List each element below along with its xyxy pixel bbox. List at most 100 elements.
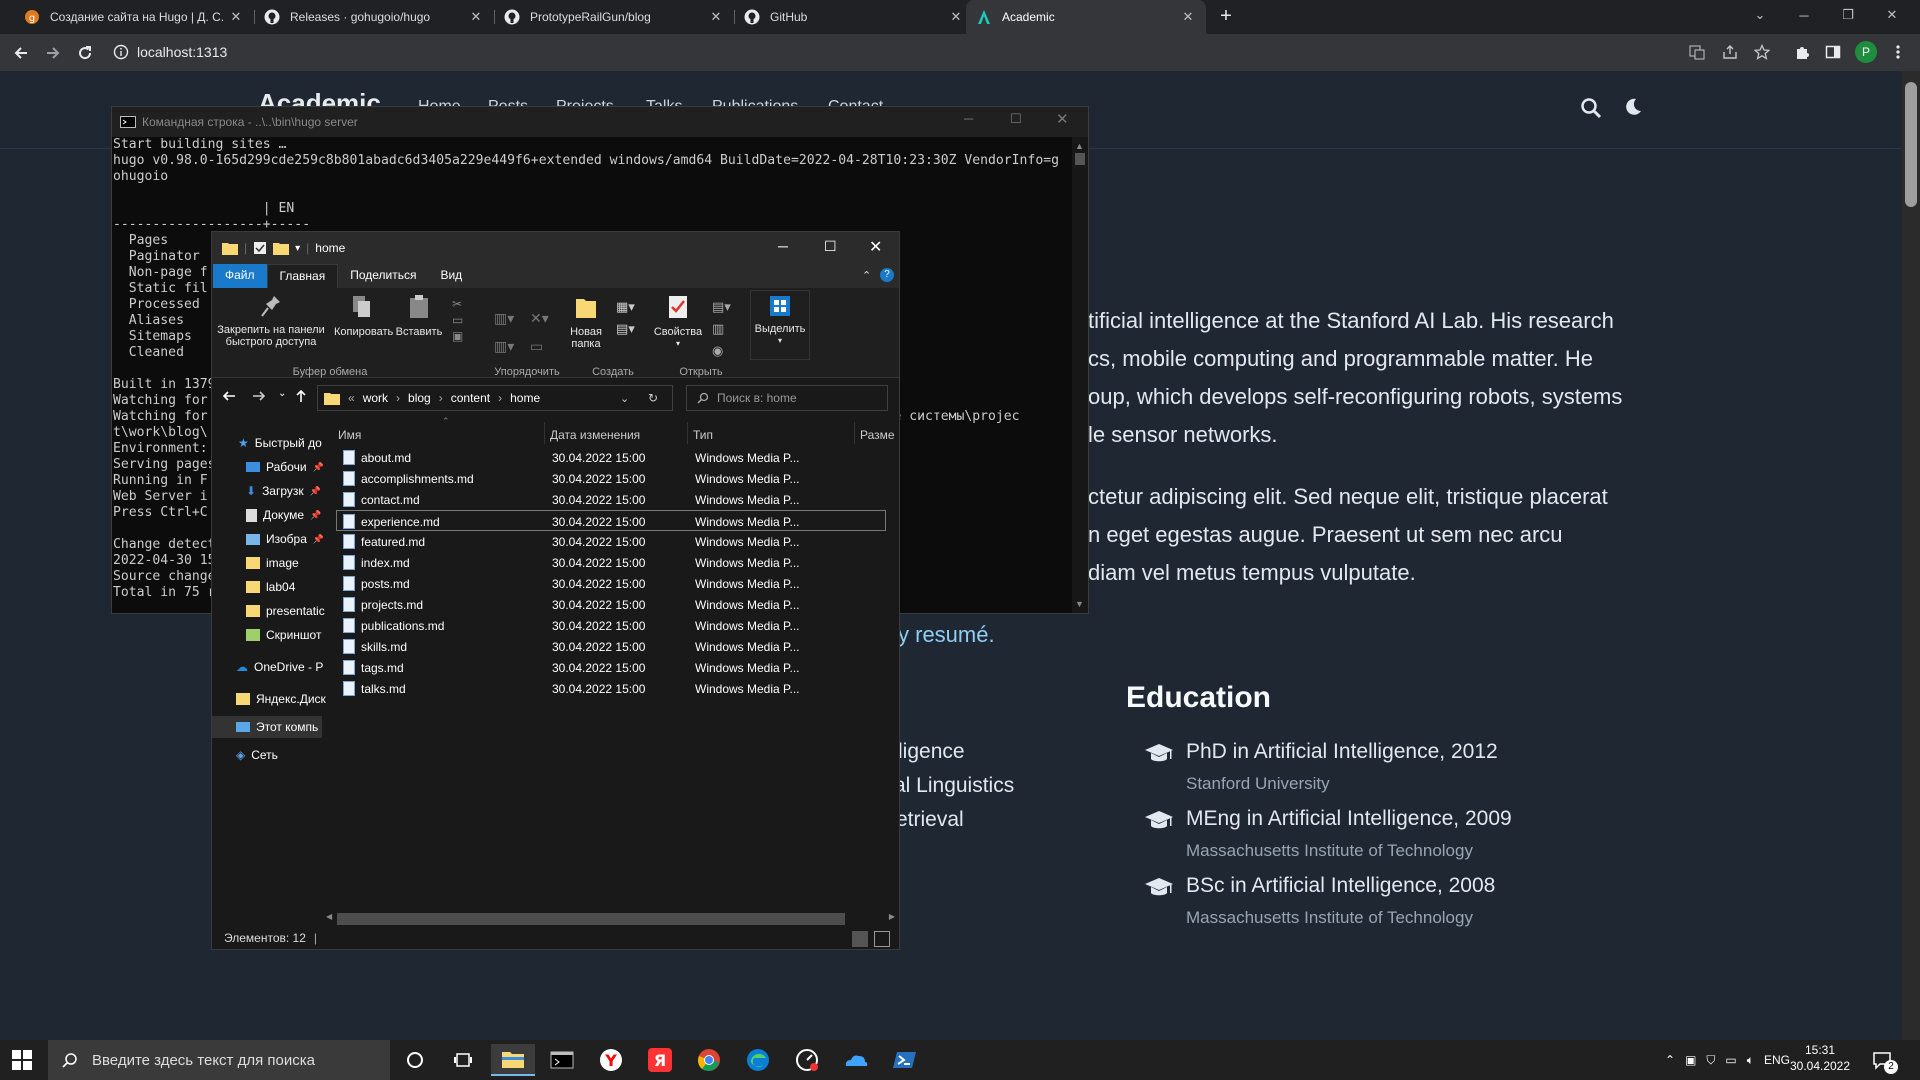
yandex-browser-icon[interactable]: Y <box>589 1044 633 1076</box>
cmd-close-button[interactable]: ✕ <box>1056 110 1069 128</box>
tab-close-icon[interactable]: ✕ <box>948 9 964 25</box>
cut-copy-path-icons[interactable]: ✂ ▭ ▣ <box>452 296 463 344</box>
col-date[interactable]: Дата изменения <box>550 428 640 442</box>
chrome-taskbar-icon[interactable] <box>687 1044 731 1076</box>
new-tab-button[interactable]: + <box>1212 4 1240 30</box>
tray-chevron-icon[interactable]: ⌃ <box>1665 1053 1675 1067</box>
nav-folder-image[interactable]: image <box>246 556 299 570</box>
extensions-icon[interactable] <box>1792 42 1812 62</box>
file-row[interactable]: featured.md 30.04.2022 15:00 Windows Media… <box>337 531 887 552</box>
close-window-button[interactable]: ✕ <box>1870 0 1914 30</box>
explorer-back-icon[interactable] <box>222 389 236 403</box>
browser-tab-3[interactable]: PrototypeRailGun/blog ✕ <box>494 0 734 34</box>
delete-rename-icons[interactable]: ✕▾ ▭ <box>530 304 549 360</box>
nav-folder-lab04[interactable]: lab04 <box>246 580 295 594</box>
nav-downloads[interactable]: ⬇ Загрузк 📌 <box>246 484 321 498</box>
explorer-close-button[interactable]: ✕ <box>869 237 882 257</box>
cmd-titlebar[interactable]: Командная строка - ..\..\bin\hugo server <box>112 107 1088 137</box>
nav-desktop[interactable]: Рабочи 📌 <box>246 460 324 474</box>
hscroll-thumb[interactable] <box>337 913 845 925</box>
file-row[interactable]: experience.md 30.04.2022 15:00 Windows Med… <box>336 510 886 531</box>
taskbar-clock[interactable]: 15:31 30.04.2022 <box>1782 1042 1858 1078</box>
ribbon-tab-home[interactable]: Главная <box>266 264 339 288</box>
copy-button[interactable]: Копировать <box>334 294 393 338</box>
ribbon-collapse-icon[interactable]: ⌃ <box>862 269 871 282</box>
select-button[interactable]: Выделить ▾ <box>750 290 810 360</box>
file-row[interactable]: contact.md 30.04.2022 15:00 Windows Media … <box>337 489 887 510</box>
properties-button[interactable]: Свойства ▾ <box>652 294 704 350</box>
edge-taskbar-icon[interactable] <box>736 1044 780 1076</box>
explorer-titlebar[interactable]: | ▾ | home <box>212 232 899 264</box>
new-item-easy-access-icons[interactable]: ▦▾ ▤▾ <box>616 296 635 340</box>
move-copy-icons[interactable]: ▥▾ ▥▾ <box>494 304 514 360</box>
share-icon[interactable] <box>1720 42 1740 62</box>
ribbon-tab-file[interactable]: Файл <box>213 264 267 288</box>
new-folder-button[interactable]: Новая папка <box>564 294 608 350</box>
help-icon[interactable]: ? <box>880 268 894 282</box>
file-row[interactable]: index.md 30.04.2022 15:00 Windows Media P.… <box>337 552 887 573</box>
resume-link[interactable]: y resumé. <box>898 622 995 648</box>
browser-tab-4[interactable]: GitHub ✕ <box>734 0 974 34</box>
bookmark-star-icon[interactable] <box>1752 42 1772 62</box>
paste-button[interactable]: Вставить <box>394 294 444 338</box>
nav-this-pc[interactable]: Этот компь <box>212 716 322 738</box>
file-row[interactable]: posts.md 30.04.2022 15:00 Windows Media P.… <box>337 573 887 594</box>
cmd-scrollbar[interactable]: ▲ ▼ <box>1072 137 1088 613</box>
file-row[interactable]: tags.md 30.04.2022 15:00 Windows Media P..… <box>337 657 887 678</box>
browser-tab-1[interactable]: g Создание сайта на Hugo | Д. С. ... ✕ <box>14 0 254 34</box>
minimize-button[interactable]: ─ <box>1782 0 1826 30</box>
profile-avatar[interactable]: P <box>1855 41 1877 63</box>
speedtest-taskbar-icon[interactable] <box>785 1044 829 1076</box>
yandex-icon[interactable]: Я <box>638 1044 682 1076</box>
network-icon[interactable]: ▭ <box>1725 1053 1736 1067</box>
nav-quick-access[interactable]: ★ Быстрый до <box>238 436 322 450</box>
pin-quick-access-button[interactable]: Закрепить на панели быстрого доступа <box>216 294 326 348</box>
file-row[interactable]: accomplishments.md 30.04.2022 15:00 Window… <box>337 468 887 489</box>
taskbar-search-field[interactable]: Введите здесь текст для поиска <box>48 1040 390 1080</box>
tab-close-icon[interactable]: ✕ <box>468 9 484 25</box>
tab-close-icon[interactable]: ✕ <box>228 9 244 25</box>
cmd-minimize-button[interactable]: ─ <box>964 111 973 126</box>
nav-folder-presentation[interactable]: presentatic <box>246 604 325 618</box>
col-name[interactable]: Имя <box>338 428 361 442</box>
file-row[interactable]: projects.md 30.04.2022 15:00 Windows Media… <box>337 594 887 615</box>
reload-icon[interactable] <box>72 40 98 66</box>
browser-tab-5-active[interactable]: Academic ✕ <box>966 0 1206 34</box>
col-size[interactable]: Разме <box>860 428 895 442</box>
path-dropdown-icon[interactable]: ⌄ <box>620 392 629 405</box>
task-view-icon[interactable] <box>441 1044 485 1076</box>
page-scrollbar[interactable] <box>1902 71 1920 1040</box>
tray-app-icon[interactable]: ▣ <box>1685 1053 1696 1067</box>
breadcrumb-blog[interactable]: blog <box>408 391 431 405</box>
customize-qa-toolbar-icon[interactable]: ▾ <box>295 243 300 254</box>
details-view-icon[interactable] <box>852 931 868 947</box>
back-icon[interactable] <box>8 40 34 66</box>
translate-icon[interactable] <box>1687 42 1707 62</box>
powershell-taskbar-icon[interactable] <box>883 1044 927 1076</box>
file-explorer-taskbar-icon[interactable] <box>491 1044 535 1076</box>
url-field[interactable]: localhost:1313 <box>113 37 227 67</box>
info-icon[interactable] <box>113 44 129 60</box>
nav-pictures[interactable]: Изобра 📌 <box>246 532 324 546</box>
nav-onedrive[interactable]: ☁ OneDrive - P <box>236 660 323 674</box>
address-breadcrumb[interactable]: « work › blog › content › home ⌄ ↻ <box>317 385 673 411</box>
large-icons-view-icon[interactable] <box>874 931 890 947</box>
breadcrumb-home[interactable]: home <box>510 391 540 405</box>
file-row[interactable]: publications.md 30.04.2022 15:00 Windows M… <box>337 615 887 636</box>
tab-search-icon[interactable]: ⌄ <box>1738 0 1782 30</box>
dark-mode-moon-icon[interactable] <box>1623 97 1643 117</box>
nav-network[interactable]: ◈ Сеть <box>236 748 278 762</box>
page-scrollbar-thumb[interactable] <box>1905 82 1917 207</box>
start-windows-icon[interactable] <box>12 1050 32 1070</box>
open-edit-history-icons[interactable]: ▤▾ ▥ ◉ <box>712 296 731 362</box>
new-folder-qa-icon[interactable] <box>273 241 290 255</box>
side-panel-icon[interactable] <box>1823 42 1843 62</box>
explorer-forward-icon[interactable] <box>252 389 266 403</box>
browser-tab-2[interactable]: Releases · gohugoio/hugo ✕ <box>254 0 494 34</box>
col-type[interactable]: Тип <box>693 428 713 442</box>
nav-folder-screenshots[interactable]: Скриншот <box>246 628 321 642</box>
terminal-taskbar-icon[interactable] <box>540 1044 584 1076</box>
forward-icon[interactable] <box>40 40 66 66</box>
explorer-search-field[interactable]: Поиск в: home <box>686 385 888 411</box>
volume-icon[interactable]: 🔈︎ <box>1747 1053 1754 1068</box>
